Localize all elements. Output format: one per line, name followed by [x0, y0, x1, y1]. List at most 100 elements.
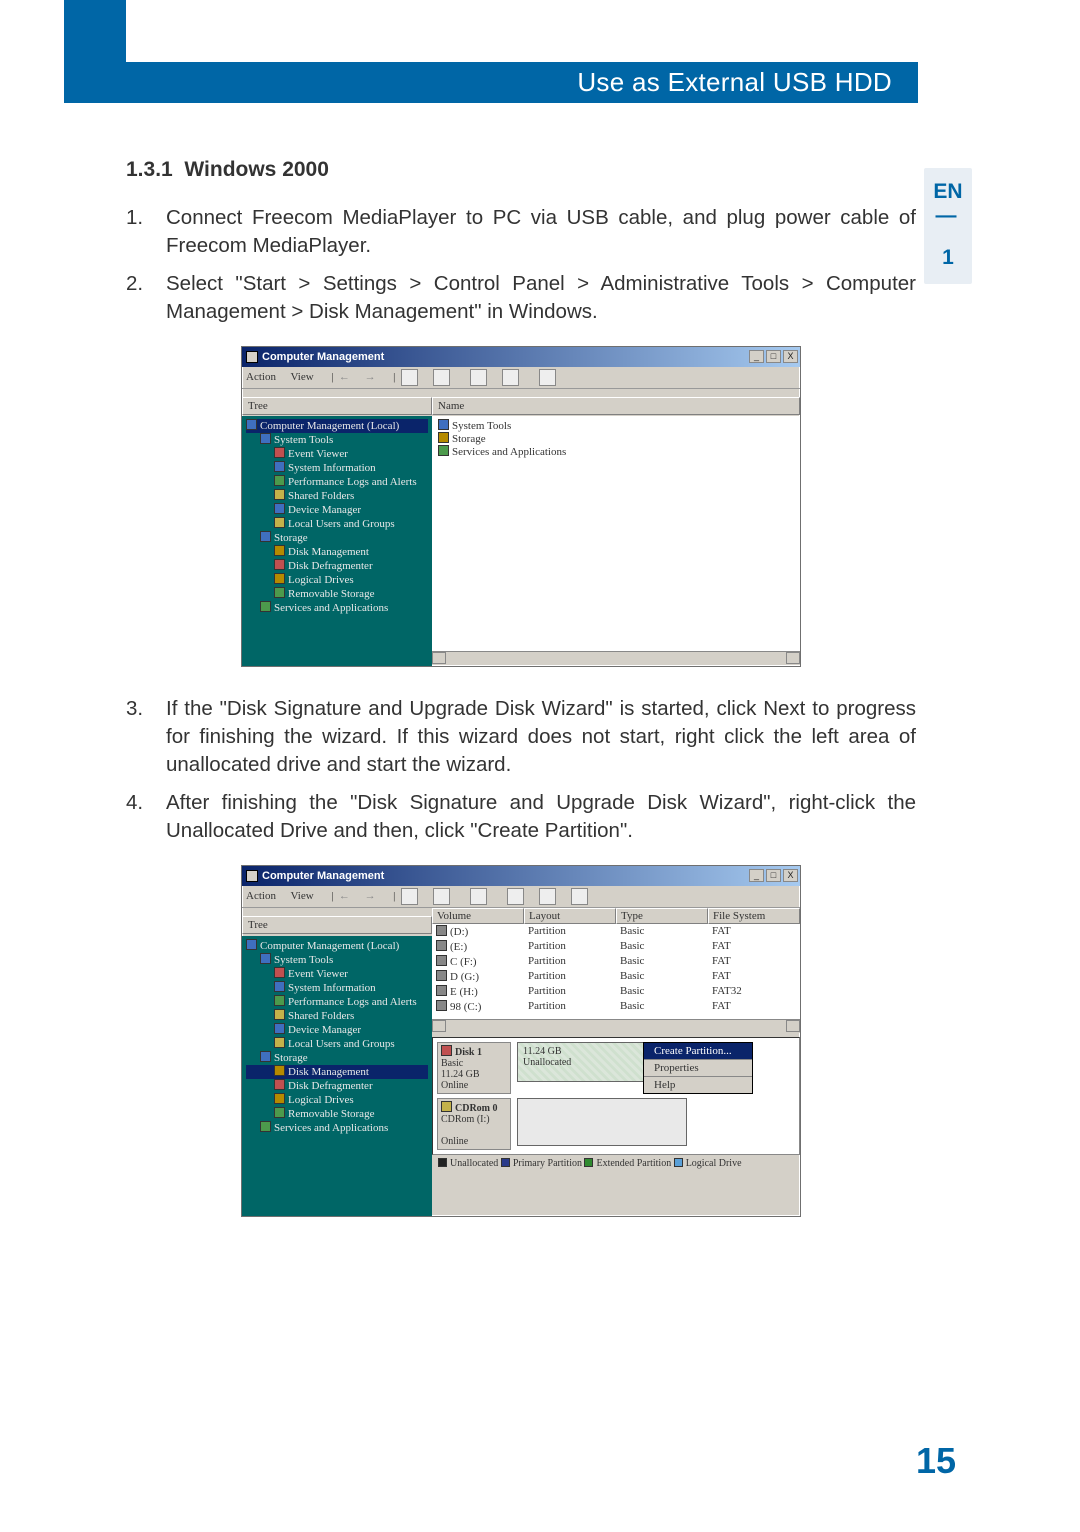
tree-node[interactable]: System Tools	[246, 433, 428, 447]
toolbar-icon[interactable]	[502, 369, 519, 386]
tree-header: Tree	[242, 397, 432, 415]
list-item[interactable]: Storage	[452, 433, 486, 445]
window-titlebar: Computer Management _ □ X	[242, 347, 800, 367]
tree-node[interactable]: Event Viewer	[246, 447, 428, 461]
menu-properties[interactable]: Properties	[644, 1059, 752, 1076]
tree-icon	[274, 1079, 285, 1090]
scrollbar-horizontal[interactable]	[432, 1019, 800, 1033]
col-layout[interactable]: Layout	[524, 908, 616, 924]
nav-fwd-icon[interactable]: →	[365, 371, 376, 383]
table-row[interactable]: (D:)PartitionBasicFAT	[432, 924, 800, 939]
toolbar-icon[interactable]	[433, 369, 450, 386]
tree-node[interactable]: Services and Applications	[246, 601, 428, 615]
scroll-left-icon[interactable]	[432, 1020, 446, 1032]
list-item[interactable]: System Tools	[452, 420, 511, 432]
col-filesystem[interactable]: File System	[708, 908, 800, 924]
scrollbar-horizontal[interactable]	[432, 651, 800, 665]
toolbar-icon[interactable]	[470, 369, 487, 386]
tree-node[interactable]: Event Viewer	[246, 967, 428, 981]
menu-view[interactable]: View	[291, 371, 314, 383]
tree-node[interactable]: Performance Logs and Alerts	[246, 995, 428, 1009]
tree-icon	[274, 517, 285, 528]
drive-icon	[436, 955, 447, 966]
tree-icon	[260, 1051, 271, 1062]
toolbar-icon[interactable]	[539, 369, 556, 386]
tree-node[interactable]: Storage	[246, 531, 428, 545]
tree-node[interactable]: System Information	[246, 981, 428, 995]
col-volume[interactable]: Volume	[432, 908, 524, 924]
tree-node[interactable]: Computer Management (Local)	[246, 939, 428, 953]
tree-node[interactable]: Logical Drives	[246, 573, 428, 587]
nav-fwd-icon[interactable]: →	[365, 890, 376, 902]
scroll-right-icon[interactable]	[786, 652, 800, 664]
tree-icon	[274, 475, 285, 486]
toolbar-icon[interactable]	[401, 888, 418, 905]
minimize-button[interactable]: _	[749, 350, 764, 363]
close-button[interactable]: X	[783, 869, 798, 882]
menu-action[interactable]: Action	[246, 371, 276, 383]
legend-label: Extended Partition	[596, 1158, 673, 1169]
tree-node[interactable]: Disk Defragmenter	[246, 1079, 428, 1093]
minimize-button[interactable]: _	[749, 869, 764, 882]
tree-icon	[246, 939, 257, 950]
nav-back-icon[interactable]: ←	[339, 890, 350, 902]
menu-help[interactable]: Help	[644, 1076, 752, 1093]
table-cell: Partition	[524, 969, 616, 984]
drive-icon	[436, 985, 447, 996]
tree-node[interactable]: Removable Storage	[246, 587, 428, 601]
toolbar-icon[interactable]	[470, 888, 487, 905]
table-row[interactable]: (E:)PartitionBasicFAT	[432, 939, 800, 954]
menu-create-partition[interactable]: Create Partition...	[644, 1043, 752, 1059]
menu-view[interactable]: View	[291, 890, 314, 902]
tree-node[interactable]: Computer Management (Local)	[246, 419, 428, 433]
tree-node[interactable]: Device Manager	[246, 503, 428, 517]
table-cell: Partition	[524, 939, 616, 954]
legend-swatch	[501, 1158, 510, 1167]
tree-node[interactable]: Logical Drives	[246, 1093, 428, 1107]
table-row[interactable]: E (H:)PartitionBasicFAT32	[432, 984, 800, 999]
tree-node[interactable]: Removable Storage	[246, 1107, 428, 1121]
tree-node[interactable]: Shared Folders	[246, 489, 428, 503]
tree-node[interactable]: Disk Management	[246, 1065, 428, 1079]
tree-node[interactable]: Storage	[246, 1051, 428, 1065]
toolbar-icon[interactable]	[539, 888, 556, 905]
tree-node[interactable]: Local Users and Groups	[246, 517, 428, 531]
table-row[interactable]: C (F:)PartitionBasicFAT	[432, 954, 800, 969]
col-type[interactable]: Type	[616, 908, 708, 924]
tree-panel[interactable]: Computer Management (Local)System ToolsE…	[242, 936, 432, 1216]
disk-header[interactable]: Disk 1 Basic 11.24 GB Online	[437, 1042, 511, 1094]
tree-node[interactable]: Disk Defragmenter	[246, 559, 428, 573]
table-cell: Basic	[616, 999, 708, 1014]
cdrom-sub: CDRom (I:)	[441, 1114, 490, 1125]
scroll-left-icon[interactable]	[432, 652, 446, 664]
toolbar-icon[interactable]	[433, 888, 450, 905]
tree-node[interactable]: Device Manager	[246, 1023, 428, 1037]
screenshot-b: Computer Management _ □ X Action View | …	[126, 865, 916, 1217]
toolbar-icon[interactable]	[401, 369, 418, 386]
toolbar-icon[interactable]	[507, 888, 524, 905]
tree-node[interactable]: Performance Logs and Alerts	[246, 475, 428, 489]
close-button[interactable]: X	[783, 350, 798, 363]
table-cell: Partition	[524, 999, 616, 1014]
tree-node[interactable]: Services and Applications	[246, 1121, 428, 1135]
table-cell: (D:)	[432, 924, 524, 939]
tree-node[interactable]: Local Users and Groups	[246, 1037, 428, 1051]
scroll-right-icon[interactable]	[786, 1020, 800, 1032]
app-icon	[246, 870, 258, 882]
toolbar-icon[interactable]	[571, 888, 588, 905]
tree-node[interactable]: Shared Folders	[246, 1009, 428, 1023]
table-cell: Partition	[524, 954, 616, 969]
table-cell: Basic	[616, 924, 708, 939]
nav-back-icon[interactable]: ←	[339, 371, 350, 383]
tree-panel[interactable]: Computer Management (Local)System ToolsE…	[242, 416, 432, 666]
tree-node[interactable]: Disk Management	[246, 545, 428, 559]
tree-node[interactable]: System Tools	[246, 953, 428, 967]
list-item[interactable]: Services and Applications	[452, 446, 566, 458]
maximize-button[interactable]: □	[766, 350, 781, 363]
cdrom-header[interactable]: CDRom 0 CDRom (I:) Online	[437, 1098, 511, 1150]
table-row[interactable]: 98 (C:)PartitionBasicFAT	[432, 999, 800, 1014]
maximize-button[interactable]: □	[766, 869, 781, 882]
tree-node[interactable]: System Information	[246, 461, 428, 475]
menu-action[interactable]: Action	[246, 890, 276, 902]
table-row[interactable]: D (G:)PartitionBasicFAT	[432, 969, 800, 984]
